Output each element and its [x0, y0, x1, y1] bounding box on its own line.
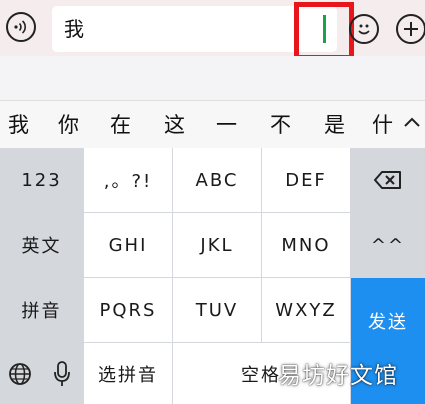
space-label: 空格 — [241, 364, 281, 386]
voice-icon[interactable] — [6, 12, 36, 42]
candidate-item[interactable]: 是 — [324, 113, 345, 137]
candidate-bar: 我 你 在 这 一 不 是 什 — [0, 100, 425, 149]
globe-key[interactable] — [0, 343, 39, 404]
watermark-text: 易坊好文馆 — [278, 363, 398, 389]
key-emoticon[interactable]: ^^ — [351, 213, 425, 277]
candidate-item[interactable]: 在 — [110, 113, 131, 137]
key-english[interactable]: 英文 — [0, 213, 83, 277]
chat-area-strip — [0, 56, 425, 100]
send-label: 发送 — [368, 312, 408, 333]
key-select-pinyin[interactable]: 选拼音 — [84, 343, 172, 404]
key-tuv[interactable]: TUV — [173, 278, 261, 342]
key-123[interactable]: 123 — [0, 148, 83, 212]
text-cursor — [323, 15, 326, 43]
key-jkl[interactable]: JKL — [173, 213, 261, 277]
globe-icon — [8, 362, 31, 385]
microphone-icon — [53, 360, 70, 386]
key-def[interactable]: DEF — [262, 148, 350, 212]
key-pinyin[interactable]: 拼音 — [0, 278, 83, 342]
key-abc[interactable]: ABC — [173, 148, 261, 212]
emoji-icon[interactable] — [349, 14, 379, 44]
key-pqrs[interactable]: PQRS — [84, 278, 172, 342]
candidate-item[interactable]: 一 — [216, 113, 237, 137]
chat-input-bar: 我 — [0, 0, 425, 60]
plus-icon[interactable] — [396, 14, 425, 44]
key-punctuation[interactable]: ,。?! — [84, 148, 172, 212]
candidate-item[interactable]: 我 — [8, 113, 29, 137]
microphone-key[interactable] — [40, 343, 83, 404]
backspace-icon — [374, 171, 401, 189]
chevron-up-icon[interactable] — [398, 100, 425, 148]
key-ghi[interactable]: GHI — [84, 213, 172, 277]
message-input-value: 我 — [64, 17, 84, 41]
candidate-item[interactable]: 什 — [372, 113, 394, 137]
key-wxyz[interactable]: WXYZ — [262, 278, 350, 342]
key-mno[interactable]: MNO — [262, 213, 350, 277]
candidate-item[interactable]: 不 — [270, 113, 291, 137]
candidate-item[interactable]: 这 — [164, 113, 185, 137]
backspace-key[interactable] — [351, 148, 425, 212]
candidate-item[interactable]: 你 — [58, 113, 79, 137]
